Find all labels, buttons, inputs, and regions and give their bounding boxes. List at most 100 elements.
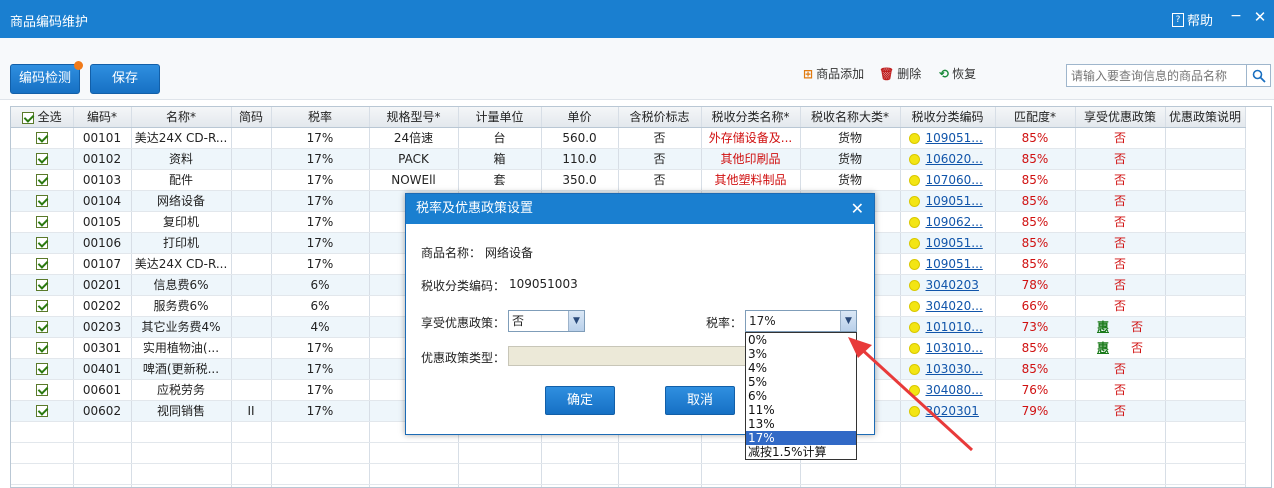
tax-code-link[interactable]: 304080... (926, 383, 983, 397)
tax-rate-option[interactable]: 17% (746, 431, 856, 445)
cell-code[interactable]: 00201 (73, 274, 132, 296)
cell-spec[interactable]: PACK (369, 148, 459, 170)
help-button[interactable]: ? 帮助 (1172, 10, 1213, 29)
row-checkbox[interactable] (35, 300, 48, 312)
cell-match[interactable]: 85% (995, 169, 1076, 191)
cell-rate[interactable]: 17% (271, 337, 370, 359)
row-select-cell[interactable] (11, 190, 74, 212)
tax-code-link[interactable]: 109051... (926, 257, 983, 271)
column-header[interactable]: 单价 (541, 107, 619, 128)
cell-preference[interactable]: 否 (1075, 400, 1166, 422)
cell-spec[interactable]: 24倍速 (369, 127, 459, 149)
cell-short[interactable] (231, 253, 272, 275)
cell-preference-note[interactable] (1165, 127, 1246, 149)
column-header[interactable]: 含税价标志 (618, 107, 702, 128)
cell-code[interactable]: 00107 (73, 253, 132, 275)
column-header[interactable]: 匹配度* (995, 107, 1076, 128)
preference-select[interactable]: 否 ▼ (508, 310, 585, 332)
cell-preference[interactable]: 否 (1075, 127, 1166, 149)
cell-rate[interactable]: 6% (271, 274, 370, 296)
cell-code[interactable]: 00104 (73, 190, 132, 212)
tax-code-link[interactable]: 109062... (926, 215, 983, 229)
cell-name[interactable]: 实用植物油(... (131, 337, 232, 359)
row-select-cell[interactable] (11, 379, 74, 401)
cell-rate[interactable]: 4% (271, 316, 370, 338)
cancel-button[interactable]: 取消 (665, 386, 735, 415)
cell-preference-note[interactable] (1165, 337, 1246, 359)
row-select-cell[interactable] (11, 316, 74, 338)
row-checkbox[interactable] (35, 363, 48, 375)
cell-name[interactable]: 其它业务费4% (131, 316, 232, 338)
cell-short[interactable] (231, 358, 272, 380)
cell-taxname[interactable]: 其他印刷品 (701, 148, 801, 170)
cell-name[interactable]: 资料 (131, 148, 232, 170)
cell-match[interactable]: 66% (995, 295, 1076, 317)
cell-preference-note[interactable] (1165, 169, 1246, 191)
cell-short[interactable] (231, 295, 272, 317)
cell-code[interactable]: 00301 (73, 337, 132, 359)
cell-unit[interactable]: 套 (458, 169, 542, 191)
cell-preference[interactable]: 否 (1075, 379, 1166, 401)
cell-rate[interactable]: 17% (271, 358, 370, 380)
cell-preference[interactable]: 惠否 (1075, 337, 1166, 359)
cell-taxincl[interactable]: 否 (618, 127, 702, 149)
cell-name[interactable]: 应税劳务 (131, 379, 232, 401)
cell-match[interactable]: 85% (995, 190, 1076, 212)
cell-rate[interactable]: 17% (271, 379, 370, 401)
cell-category[interactable]: 货物 (800, 127, 901, 149)
cell-rate[interactable]: 17% (271, 253, 370, 275)
cell-taxcode[interactable]: 109051... (900, 253, 996, 275)
cell-name[interactable]: 配件 (131, 169, 232, 191)
column-header[interactable]: 名称* (131, 107, 232, 128)
cell-preference-note[interactable] (1165, 295, 1246, 317)
cell-short[interactable] (231, 211, 272, 233)
cell-rate[interactable]: 17% (271, 190, 370, 212)
row-checkbox[interactable] (35, 384, 48, 396)
row-checkbox[interactable] (35, 342, 48, 354)
column-header[interactable]: 计量单位 (458, 107, 542, 128)
code-detect-button[interactable]: 编码检测 (10, 61, 83, 94)
tax-rate-option[interactable]: 4% (746, 361, 856, 375)
cell-taxcode[interactable]: 103030... (900, 358, 996, 380)
cell-taxcode[interactable]: 3040203 (900, 274, 996, 296)
tax-code-link[interactable]: 103010... (926, 341, 983, 355)
tax-rate-option[interactable]: 13% (746, 417, 856, 431)
cell-short[interactable] (231, 127, 272, 149)
cell-preference[interactable]: 惠否 (1075, 316, 1166, 338)
cell-taxcode[interactable]: 109051... (900, 232, 996, 254)
cell-taxname[interactable]: 外存储设备及... (701, 127, 801, 149)
row-select-cell[interactable] (11, 274, 74, 296)
row-select-cell[interactable] (11, 400, 74, 422)
row-select-cell[interactable] (11, 358, 74, 380)
cell-preference[interactable]: 否 (1075, 274, 1166, 296)
cell-taxname[interactable]: 其他塑料制品 (701, 169, 801, 191)
column-header[interactable]: 税收分类名称* (701, 107, 801, 128)
cell-match[interactable]: 85% (995, 358, 1076, 380)
cell-unit[interactable]: 台 (458, 127, 542, 149)
cell-preference[interactable]: 否 (1075, 169, 1166, 191)
row-checkbox[interactable] (35, 258, 48, 270)
cell-taxcode[interactable]: 107060... (900, 169, 996, 191)
cell-preference[interactable]: 否 (1075, 190, 1166, 212)
cell-taxcode[interactable]: 304020... (900, 295, 996, 317)
preference-badge-icon[interactable]: 惠 (1097, 341, 1109, 355)
cell-preference-note[interactable] (1165, 358, 1246, 380)
cell-code[interactable]: 00203 (73, 316, 132, 338)
cell-code[interactable]: 00103 (73, 169, 132, 191)
cell-price[interactable]: 350.0 (541, 169, 619, 191)
row-checkbox[interactable] (35, 153, 48, 165)
dialog-close-icon[interactable]: ✕ (851, 194, 864, 224)
row-checkbox[interactable] (35, 195, 48, 207)
cell-code[interactable]: 00101 (73, 127, 132, 149)
cell-match[interactable]: 73% (995, 316, 1076, 338)
cell-taxcode[interactable]: 109051... (900, 190, 996, 212)
cell-name[interactable]: 信息费6% (131, 274, 232, 296)
column-header[interactable]: 优惠政策说明 (1165, 107, 1246, 128)
cell-taxcode[interactable]: 109062... (900, 211, 996, 233)
cell-rate[interactable]: 17% (271, 148, 370, 170)
row-checkbox[interactable] (35, 321, 48, 333)
cell-short[interactable] (231, 379, 272, 401)
cell-code[interactable]: 00106 (73, 232, 132, 254)
add-product-button[interactable]: ⊞ 商品添加 (803, 65, 864, 82)
cell-taxincl[interactable]: 否 (618, 148, 702, 170)
